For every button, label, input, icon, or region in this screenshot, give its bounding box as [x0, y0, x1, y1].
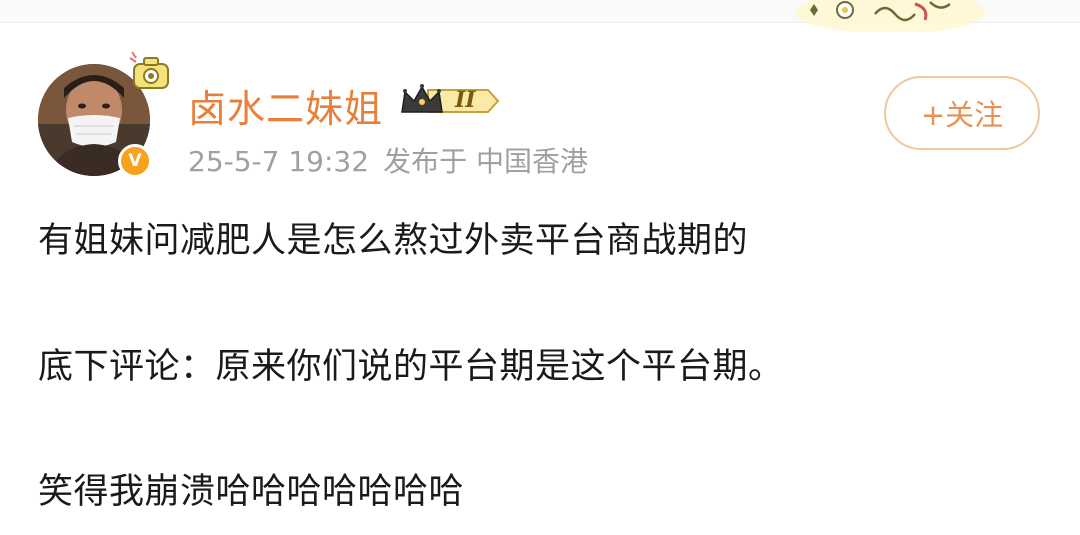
post-text-line: 有姐妹问减肥人是怎么熬过外卖平台商战期的 [38, 221, 749, 261]
verified-badge-icon: V [118, 144, 152, 178]
post-text-line: 笑得我崩溃哈哈哈哈哈哈哈 [38, 472, 465, 512]
post-text-line: 底下评论：原来你们说的平台期是这个平台期。 [38, 347, 784, 387]
weibo-post-card: V 卤水二妹姐 II 25-5-7 19:32 发布于 中国香港 +关注 有姐妹问… [0, 0, 1080, 535]
flower-decoration-icon [795, 0, 985, 32]
avatar[interactable]: V [38, 51, 169, 178]
vip-level-label: II [455, 87, 476, 113]
crown-vip-icon[interactable] [398, 82, 500, 120]
post-location: 发布于 中国香港 [383, 145, 588, 178]
follow-button[interactable]: +关注 [884, 76, 1040, 150]
post-meta: 25-5-7 19:32 发布于 中国香港 [188, 140, 602, 180]
post-date: 25-5-7 19:32 [188, 145, 370, 178]
camera-decoration-icon [129, 51, 169, 89]
author-name[interactable]: 卤水二妹姐 [188, 78, 383, 133]
